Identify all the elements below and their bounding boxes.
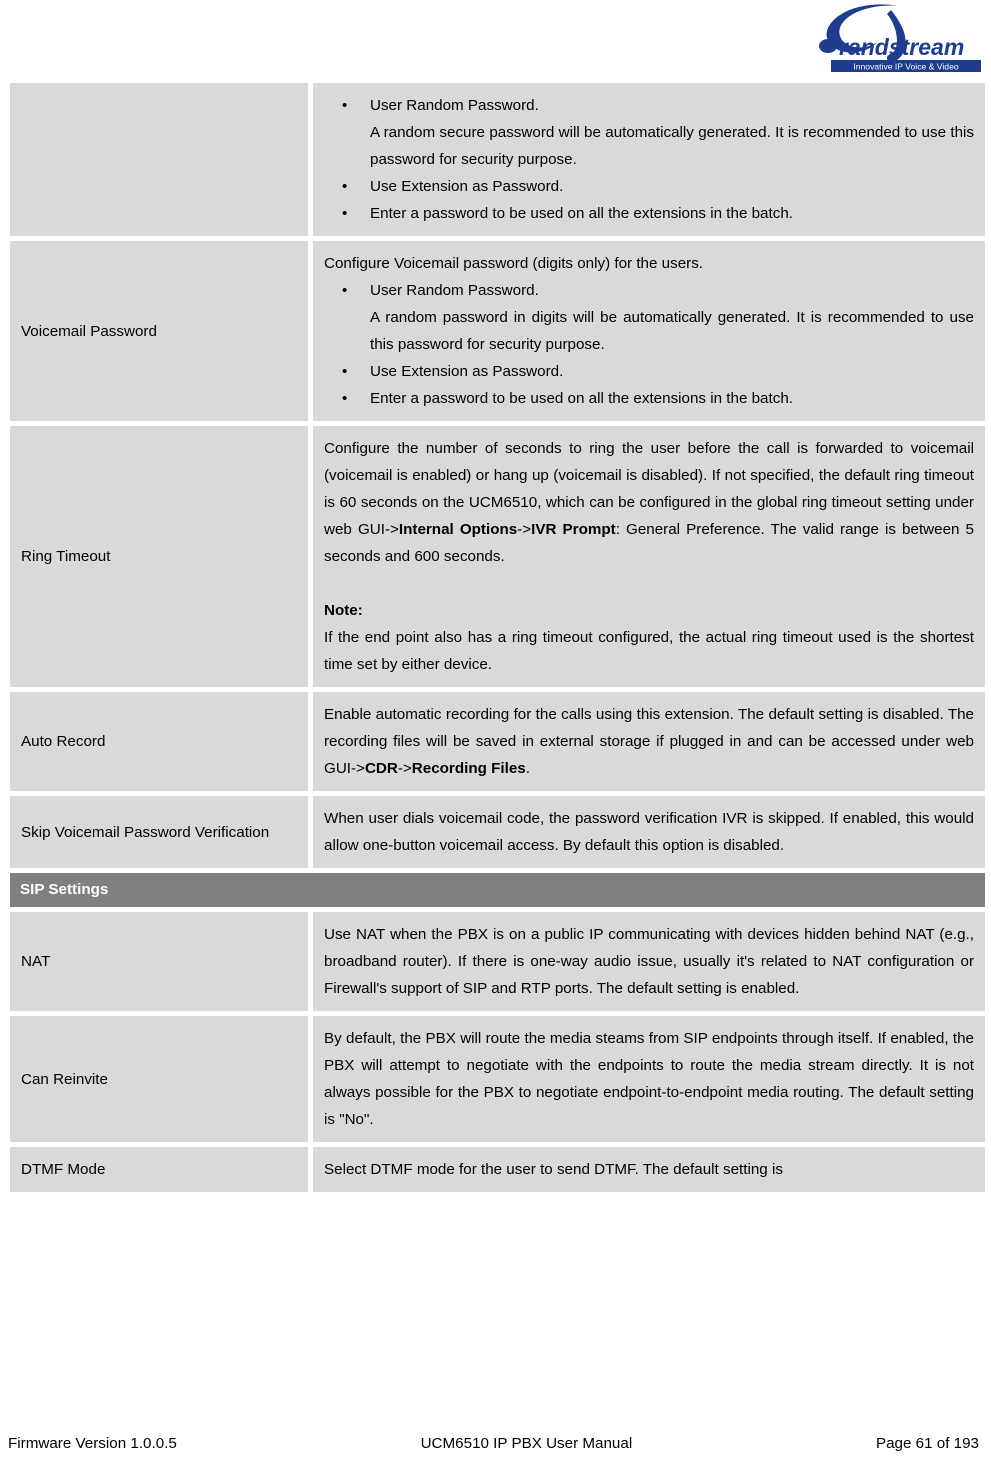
description-paragraph: Configure the number of seconds to ring …: [324, 440, 975, 565]
table-row: Auto Record Enable automatic recording f…: [10, 692, 985, 791]
description-paragraph: Use NAT when the PBX is on a public IP c…: [324, 926, 974, 997]
setting-description-cell: Configure the number of seconds to ring …: [313, 426, 985, 687]
bullet-subtext: A random password in digits will be auto…: [370, 309, 974, 353]
table-row: Voicemail Password Configure Voicemail p…: [10, 241, 985, 421]
list-item: Use Extension as Password.: [324, 173, 974, 200]
list-item: Enter a password to be used on all the e…: [324, 385, 974, 412]
list-item: User Random Password. A random password …: [324, 277, 974, 358]
description-paragraph: By default, the PBX will route the media…: [324, 1030, 974, 1128]
list-item: User Random Password. A random secure pa…: [324, 92, 974, 173]
description-paragraph: If the end point also has a ring timeout…: [324, 629, 974, 673]
table-body: User Random Password. A random secure pa…: [10, 83, 985, 1192]
setting-label-cell: Can Reinvite: [10, 1016, 308, 1142]
bullet-list: User Random Password. A random secure pa…: [324, 92, 974, 227]
setting-label-cell: [10, 83, 308, 236]
description-lead: Configure Voicemail password (digits onl…: [324, 255, 704, 272]
setting-description-cell: Use NAT when the PBX is on a public IP c…: [313, 912, 985, 1011]
section-header-label: SIP Settings: [10, 873, 985, 907]
list-item: Enter a password to be used on all the e…: [324, 200, 974, 227]
logo-tagline: Innovative IP Voice & Video: [853, 62, 958, 72]
table-row: Skip Voicemail Password Verification Whe…: [10, 796, 985, 868]
page-header: randstream Innovative IP Voice & Video: [0, 0, 991, 78]
table-row: User Random Password. A random secure pa…: [10, 83, 985, 236]
setting-label-cell: Voicemail Password: [10, 241, 308, 421]
setting-description-cell: By default, the PBX will route the media…: [313, 1016, 985, 1142]
list-item: Use Extension as Password.: [324, 358, 974, 385]
setting-label-cell: DTMF Mode: [10, 1147, 308, 1192]
description-paragraph: Select DTMF mode for the user to send DT…: [324, 1161, 783, 1178]
table-section-header-row: SIP Settings: [10, 873, 985, 907]
bullet-text: User Random Password.: [370, 282, 539, 299]
footer-firmware-version: Firmware Version 1.0.0.5: [8, 1435, 177, 1452]
setting-label-cell: NAT: [10, 912, 308, 1011]
bullet-text: Enter a password to be used on all the e…: [370, 205, 793, 222]
setting-description-cell: Configure Voicemail password (digits onl…: [313, 241, 985, 421]
footer-manual-title: UCM6510 IP PBX User Manual: [420, 1435, 633, 1452]
setting-label-cell: Ring Timeout: [10, 426, 308, 687]
bullet-text: Enter a password to be used on all the e…: [370, 390, 793, 407]
setting-label-cell: Auto Record: [10, 692, 308, 791]
settings-description-table: User Random Password. A random secure pa…: [5, 78, 990, 1197]
page-footer: Firmware Version 1.0.0.5 UCM6510 IP PBX …: [0, 1435, 991, 1452]
table-row: NAT Use NAT when the PBX is on a public …: [10, 912, 985, 1011]
description-note-heading: Note:: [324, 602, 363, 619]
setting-description-cell: Select DTMF mode for the user to send DT…: [313, 1147, 985, 1192]
setting-description-cell: Enable automatic recording for the calls…: [313, 692, 985, 791]
logo-wordmark: randstream: [839, 34, 964, 60]
bullet-text: User Random Password.: [370, 97, 539, 114]
description-paragraph: When user dials voicemail code, the pass…: [324, 810, 974, 854]
bullet-subtext: A random secure password will be automat…: [370, 124, 974, 168]
grandstream-logo: randstream Innovative IP Voice & Video: [819, 4, 981, 72]
setting-description-cell: User Random Password. A random secure pa…: [313, 83, 985, 236]
footer-page-number: Page 61 of 193: [875, 1435, 979, 1452]
setting-description-cell: When user dials voicemail code, the pass…: [313, 796, 985, 868]
setting-label-cell: Skip Voicemail Password Verification: [10, 796, 308, 868]
table-row: Ring Timeout Configure the number of sec…: [10, 426, 985, 687]
bullet-list: User Random Password. A random password …: [324, 277, 974, 412]
bullet-text: Use Extension as Password.: [370, 178, 564, 195]
table-row: Can Reinvite By default, the PBX will ro…: [10, 1016, 985, 1142]
description-paragraph: Enable automatic recording for the calls…: [324, 706, 974, 777]
bullet-text: Use Extension as Password.: [370, 363, 564, 380]
table-row: DTMF Mode Select DTMF mode for the user …: [10, 1147, 985, 1192]
